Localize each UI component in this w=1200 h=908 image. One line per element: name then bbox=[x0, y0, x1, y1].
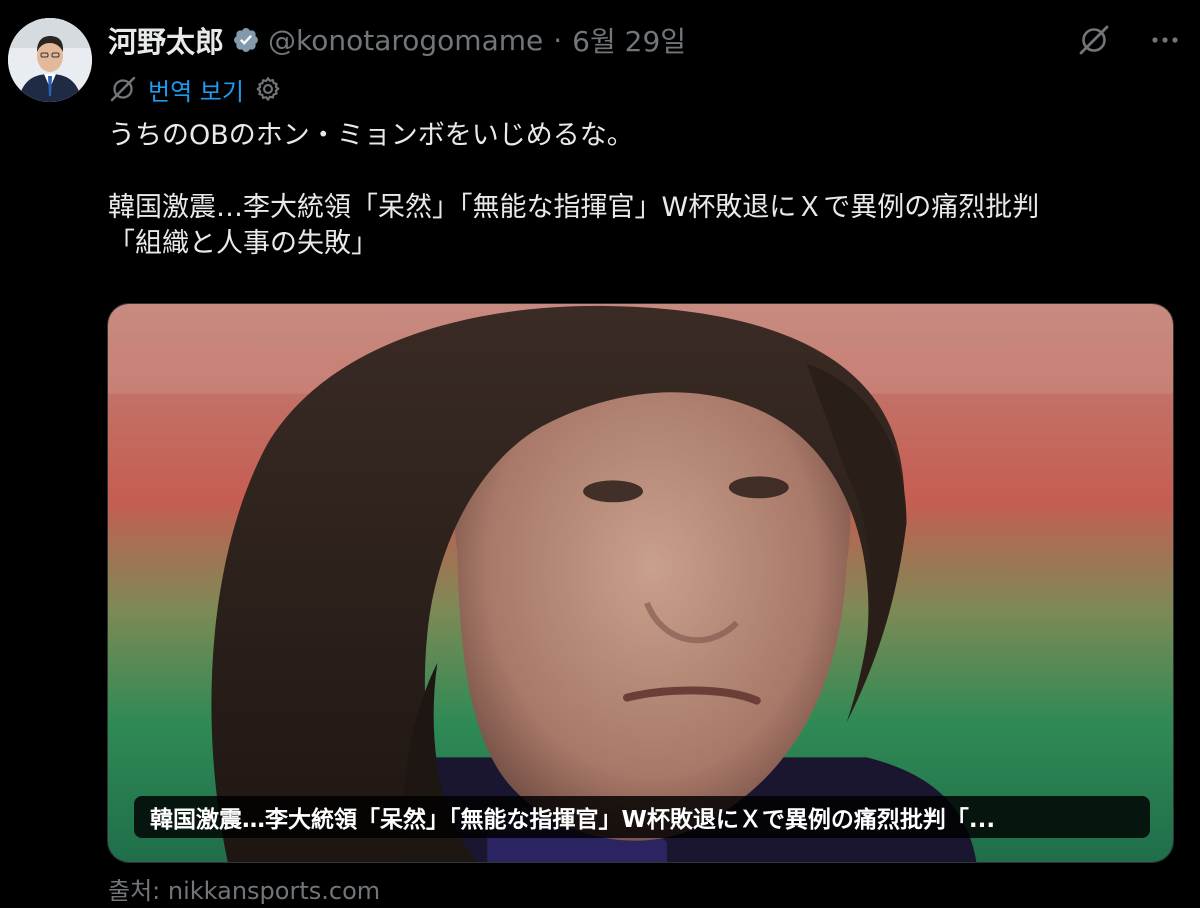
top-actions bbox=[1076, 18, 1182, 62]
tweet-text-line: 「組織と人事の失敗」 bbox=[108, 228, 378, 259]
avatar-image bbox=[8, 18, 92, 102]
more-options-icon[interactable] bbox=[1148, 23, 1182, 57]
translate-row: 번역 보기 bbox=[108, 70, 282, 108]
tweet-date[interactable]: 6월 29일 bbox=[572, 20, 686, 60]
verified-badge-icon[interactable] bbox=[232, 26, 260, 54]
show-translation-link[interactable]: 번역 보기 bbox=[148, 72, 244, 107]
grok-icon[interactable] bbox=[1076, 22, 1112, 58]
card-photo bbox=[108, 304, 1173, 862]
tweet-text-line: 韓国激震…李大統領「呆然」「無能な指揮官」W杯敗退にＸで異例の痛烈批判 bbox=[108, 192, 1040, 223]
tweet: 河野太郎 @konotarogomame · 6월 29일 번역 보기 うちのO… bbox=[0, 0, 1200, 908]
tweet-text: うちのOBのホン・ミョンボをいじめるな。 韓国激震…李大統領「呆然」「無能な指揮… bbox=[108, 118, 1180, 262]
gear-icon[interactable] bbox=[254, 75, 282, 103]
grok-icon bbox=[110, 76, 136, 102]
source-link[interactable]: 출처: nikkansports.com bbox=[108, 872, 380, 905]
author-handle[interactable]: @konotarogomame bbox=[268, 24, 543, 57]
link-card[interactable]: 韓国激震…李大統領「呆然」「無能な指揮官」W杯敗退にＸで異例の痛烈批判「... bbox=[107, 303, 1174, 863]
tweet-header: 河野太郎 @konotarogomame · 6월 29일 bbox=[108, 18, 686, 62]
tweet-text-line: うちのOBのホン・ミョンボをいじめるな。 bbox=[108, 120, 634, 151]
display-name[interactable]: 河野太郎 bbox=[108, 19, 224, 61]
separator-dot: · bbox=[553, 23, 563, 57]
avatar[interactable] bbox=[8, 18, 92, 102]
card-caption: 韓国激震…李大統領「呆然」「無能な指揮官」W杯敗退にＸで異例の痛烈批判「... bbox=[134, 796, 1150, 838]
